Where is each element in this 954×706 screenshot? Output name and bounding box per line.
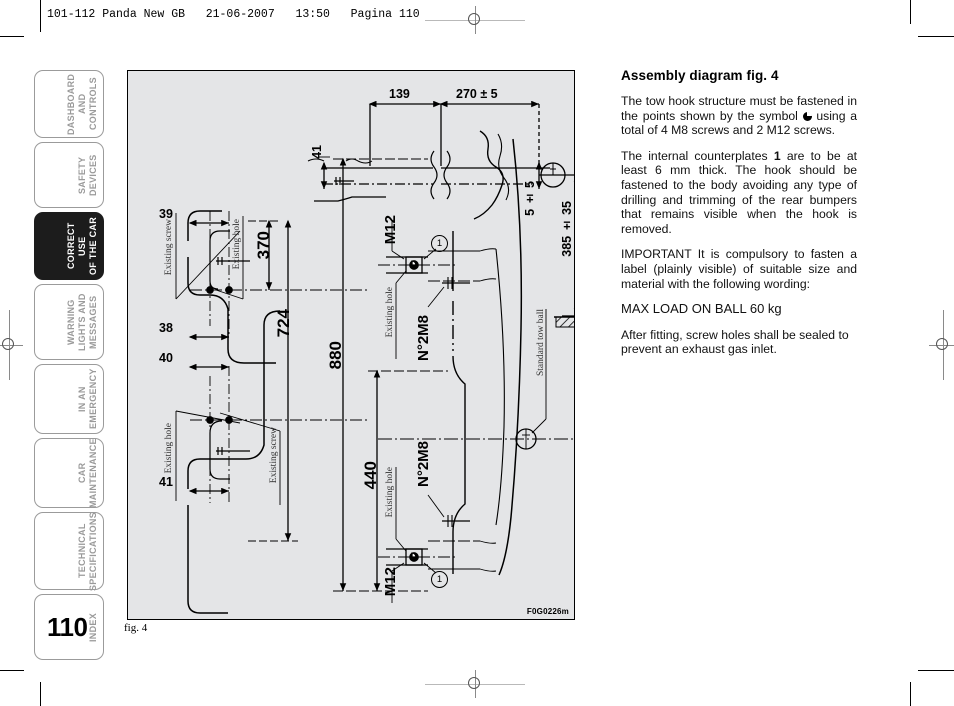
dimension-370: 370 — [254, 231, 273, 260]
label-n2m8-lower: N°2M8 — [415, 441, 432, 488]
crop-mark-bottom-right-h — [918, 670, 954, 671]
sidebar-tab-label: WARNING LIGHTS AND MESSAGES — [66, 293, 98, 351]
dimension-880: 880 — [326, 341, 345, 370]
callout-1-upper: 1 — [431, 235, 448, 252]
dimension-41-bottom: 41 — [159, 475, 173, 489]
label-n2m8-upper: N°2M8 — [415, 315, 432, 362]
dimension-40: 40 — [159, 351, 173, 365]
sidebar-tab-in-an-emergency[interactable]: IN AN EMERGENCY — [34, 364, 104, 434]
page-number: 110 — [47, 612, 88, 642]
dimension-38: 38 — [159, 321, 173, 335]
label-existing-hole-lower-left: Existing hole — [164, 423, 174, 474]
label-existing-screw-lower-left: Existing screw — [269, 427, 279, 484]
callout-1-lower: 1 — [431, 571, 448, 588]
sidebar-tab-car-maintenance[interactable]: CAR MAINTENANCE — [34, 438, 104, 508]
label-standard-tow-ball: Standard tow ball — [536, 309, 546, 377]
paragraph-2-part-a: The internal counterplates — [621, 148, 774, 163]
running-head: 101-112 Panda New GB 21-06-2007 13:50 Pa… — [47, 8, 420, 21]
sidebar-tab-label: INDEX — [88, 612, 98, 642]
sidebar-tab-label: SAFETY DEVICES — [77, 154, 98, 196]
paragraph-1: The tow hook structure must be fastened … — [621, 94, 857, 138]
sidebar-tab-technical-specifications[interactable]: TECHNICAL SPECIFICATIONS — [34, 511, 104, 591]
dimension-440: 440 — [361, 461, 380, 490]
crop-mark-top-left-h — [0, 36, 24, 37]
paragraph-final: After fitting, screw holes shall be seal… — [621, 327, 849, 357]
dimension-41-top: 41 — [310, 145, 324, 159]
dimension-385: 385 ± 35 — [560, 201, 574, 257]
figure-code: F0G0226m — [526, 607, 569, 616]
crop-mark-bottom-right — [910, 682, 911, 706]
figure-caption: fig. 4 — [124, 622, 148, 634]
label-existing-hole-right-upper: Existing hole — [385, 287, 395, 338]
important-label: IMPORTANT — [621, 247, 692, 262]
sidebar-tab-label: DASHBOARD AND CONTROLS — [66, 73, 98, 135]
registration-mark-left — [0, 310, 23, 380]
running-head-rule — [40, 6, 41, 32]
section-heading: Assembly diagram fig. 4 — [621, 68, 779, 83]
sidebar-tab-safety-devices[interactable]: SAFETY DEVICES — [34, 142, 104, 208]
crop-mark-top-right — [910, 0, 911, 24]
label-m12-upper: M12 — [382, 215, 399, 245]
tow-point-symbol-icon — [802, 111, 812, 121]
sidebar-tab-label: TECHNICAL SPECIFICATIONS — [77, 511, 98, 591]
dimension-724: 724 — [274, 309, 293, 338]
dimension-139: 139 — [389, 87, 410, 101]
manual-page: 101-112 Panda New GB 21-06-2007 13:50 Pa… — [0, 0, 954, 706]
dimension-5-plus-minus-5: 5 ± 5 — [523, 181, 537, 216]
sidebar-tab-label: IN AN EMERGENCY — [77, 368, 98, 430]
label-existing-hole-upper: Existing hole — [232, 219, 242, 270]
crop-mark-top-right-h — [918, 36, 954, 37]
dimension-270: 270 ± 5 — [456, 87, 498, 101]
sidebar-tab-label: CAR MAINTENANCE — [77, 438, 98, 508]
paragraph-2: The internal counterplates 1 are to be a… — [621, 149, 857, 237]
label-existing-hole-right-lower: Existing hole — [385, 467, 395, 518]
registration-mark-bottom — [425, 670, 525, 698]
sidebar-tab-warning-lights-and-messages[interactable]: WARNING LIGHTS AND MESSAGES — [34, 284, 104, 360]
sidebar-tab-label: CORRECT USE OF THE CAR — [66, 217, 98, 275]
label-m12-lower: M12 — [382, 567, 399, 597]
counterplate-reference: 1 — [773, 148, 781, 163]
body-text-column: Assembly diagram fig. 4 The tow hook str… — [621, 68, 857, 368]
label-existing-screw-upper: Existing screw — [164, 219, 174, 276]
assembly-diagram-figure: 139 270 ± 5 41 5 ± 5 385 ± 35 39 38 40 4… — [127, 70, 575, 620]
sidebar-tab-correct-use-of-the-car[interactable]: CORRECT USE OF THE CAR — [34, 212, 104, 280]
sidebar-tab-dashboard-and-controls[interactable]: DASHBOARD AND CONTROLS — [34, 70, 104, 138]
technical-drawing-svg — [175, 100, 574, 614]
registration-mark-top — [425, 6, 525, 34]
max-load-statement: MAX LOAD ON BALL 60 kg — [621, 301, 782, 317]
crop-mark-bottom-left — [40, 682, 41, 706]
crop-mark-bottom-left-h — [0, 670, 24, 671]
paragraph-important: IMPORTANT It is compulsory to fasten a l… — [621, 247, 857, 291]
registration-mark-right — [929, 310, 954, 380]
